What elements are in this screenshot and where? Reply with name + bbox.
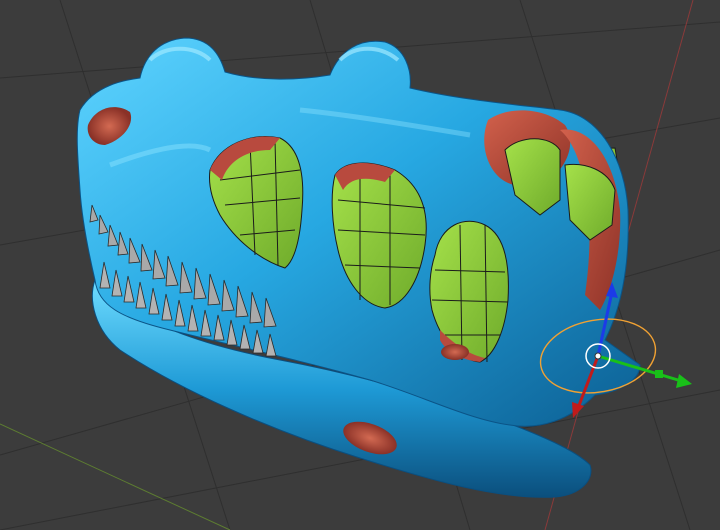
x-axis-line [0, 423, 231, 530]
gizmo-x-arrow[interactable] [676, 374, 692, 388]
gizmo-pivot[interactable] [594, 352, 602, 360]
viewport-canvas[interactable] [0, 0, 720, 530]
gizmo-x-handle[interactable] [655, 370, 663, 378]
3d-viewport[interactable] [0, 0, 720, 530]
